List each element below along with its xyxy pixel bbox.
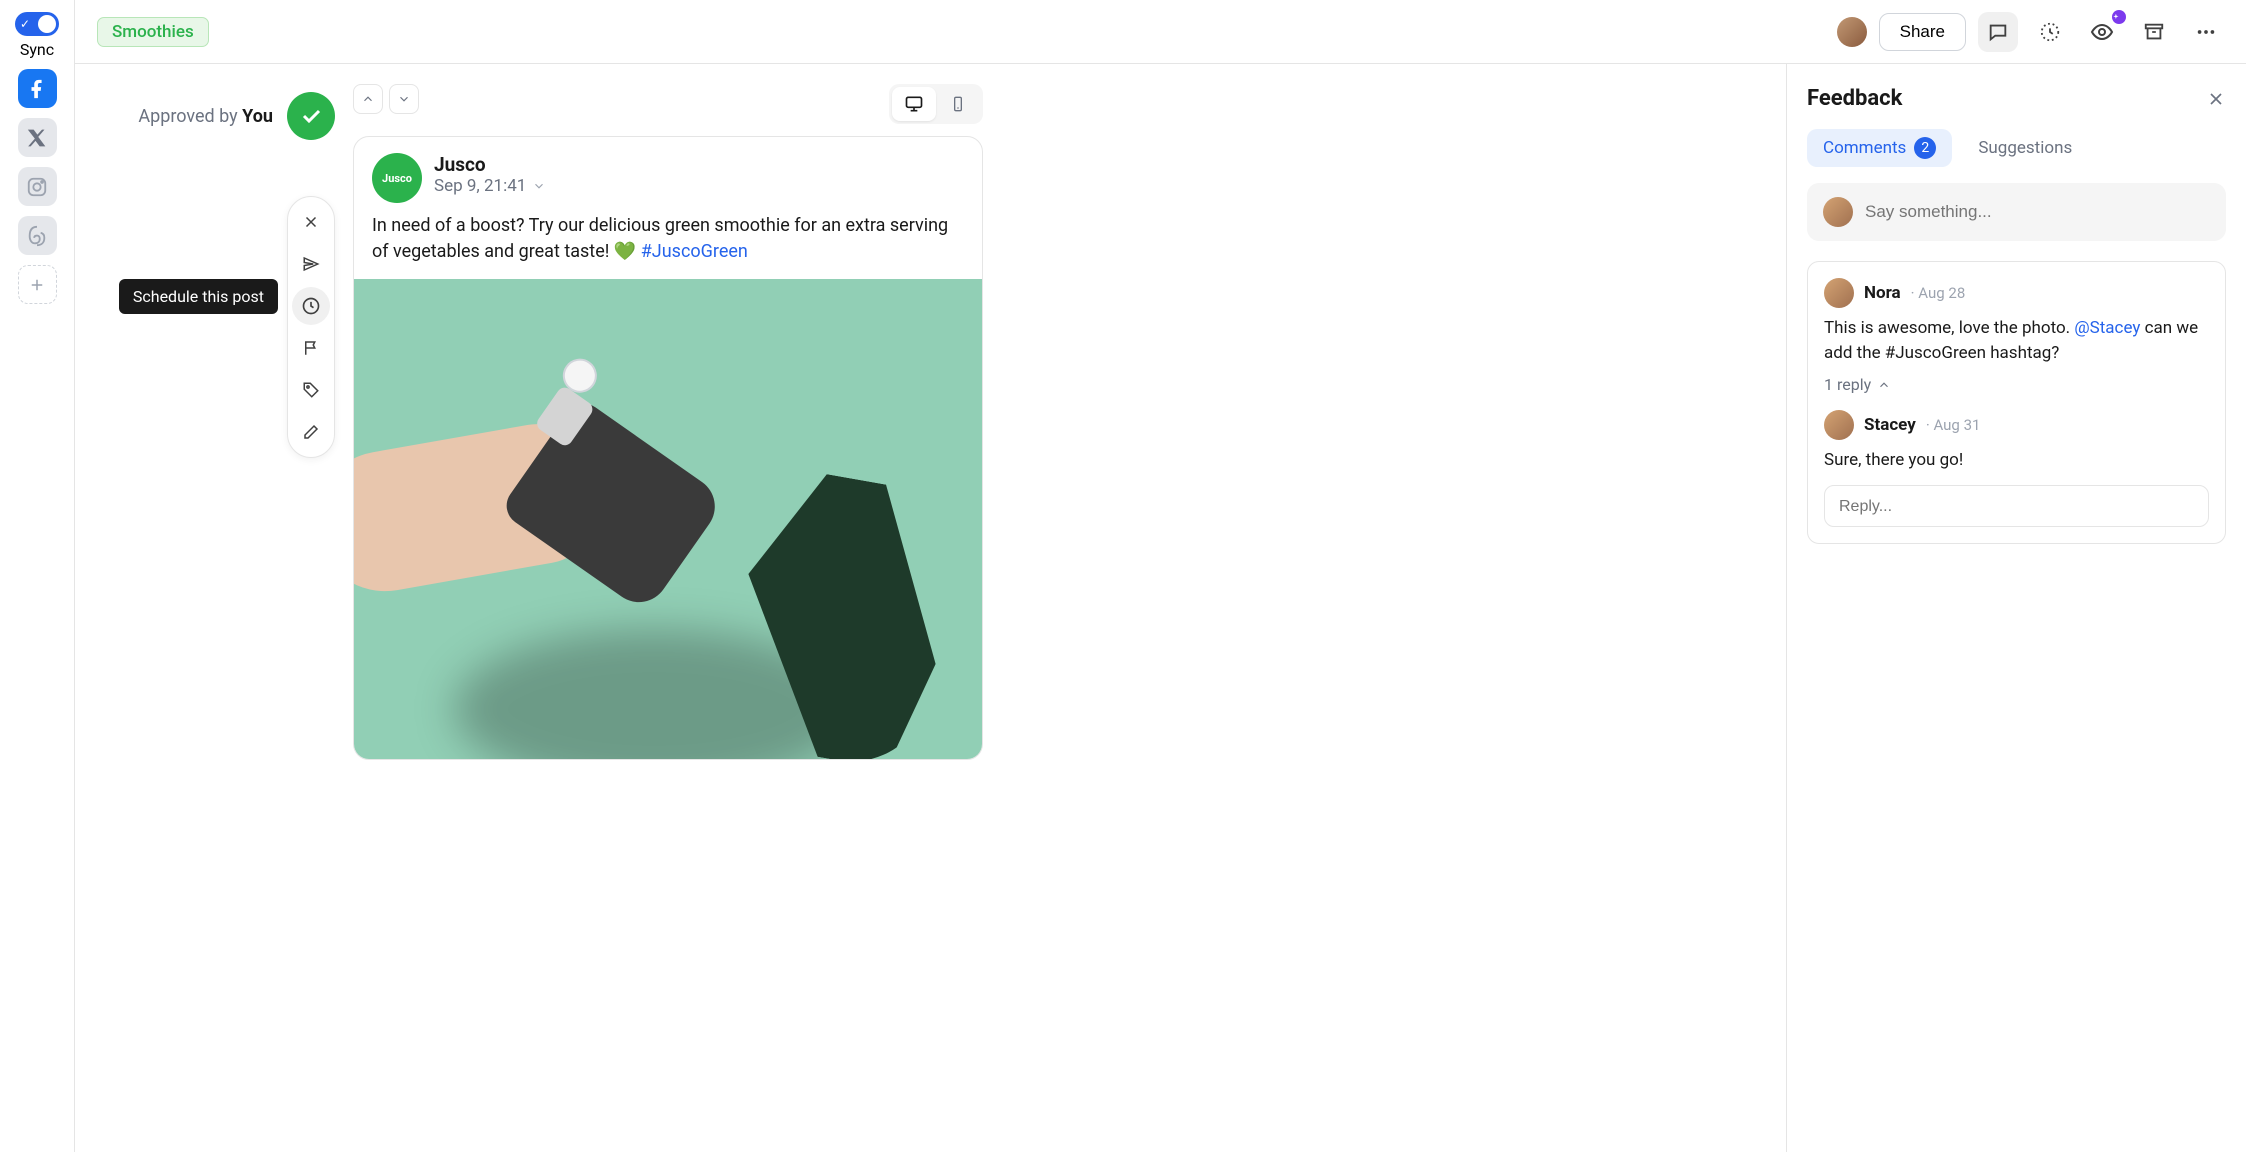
- reply-input[interactable]: [1839, 498, 2194, 516]
- post-actions-toolbar: Schedule this post: [287, 196, 335, 458]
- approval-text: Approved by You: [138, 106, 273, 127]
- post-author-avatar: Jusco: [372, 153, 422, 203]
- comments-panel-icon[interactable]: [1978, 12, 2018, 52]
- send-action-icon[interactable]: [292, 245, 330, 283]
- preview-icon[interactable]: [2082, 12, 2122, 52]
- tag-action-icon[interactable]: [292, 371, 330, 409]
- commenter-name: Nora: [1864, 283, 1901, 303]
- commenter-avatar: [1824, 278, 1854, 308]
- archive-icon[interactable]: [2134, 12, 2174, 52]
- flag-action-icon[interactable]: [292, 329, 330, 367]
- commenter-avatar: [1824, 410, 1854, 440]
- post-body: In need of a boost? Try our delicious gr…: [354, 213, 982, 279]
- share-button[interactable]: Share: [1879, 13, 1966, 51]
- close-panel-icon[interactable]: [2206, 89, 2226, 109]
- post-datetime-text: Sep 9, 21:41: [434, 176, 526, 196]
- approved-check-icon[interactable]: [287, 92, 335, 140]
- tab-comments-label: Comments: [1823, 138, 1906, 158]
- tab-suggestions[interactable]: Suggestions: [1962, 129, 2088, 167]
- comment-input[interactable]: [1865, 202, 2210, 222]
- post-author-name: Jusco: [434, 153, 546, 176]
- schedule-action-icon[interactable]: [292, 287, 330, 325]
- post-avatar-label: Jusco: [382, 172, 412, 185]
- facebook-icon[interactable]: [18, 69, 57, 108]
- left-sidebar: ✓ Sync: [0, 0, 75, 1152]
- check-icon: ✓: [20, 17, 30, 31]
- comment-date: · Aug 28: [1911, 284, 1966, 302]
- sync-toggle-group: ✓ Sync: [15, 12, 59, 59]
- more-icon[interactable]: [2186, 12, 2226, 52]
- chevron-up-icon: [1877, 378, 1891, 392]
- tab-comments[interactable]: Comments 2: [1807, 129, 1952, 167]
- feedback-title: Feedback: [1807, 86, 1902, 111]
- mention[interactable]: @Stacey: [2074, 318, 2140, 338]
- close-action-icon[interactable]: [292, 203, 330, 241]
- current-user-avatar: [1823, 197, 1853, 227]
- post-hashtag[interactable]: #JuscoGreen: [641, 241, 748, 262]
- history-icon[interactable]: [2030, 12, 2070, 52]
- instagram-icon[interactable]: [18, 167, 57, 206]
- reply-block: Stacey · Aug 31 Sure, there you go!: [1824, 410, 2209, 527]
- schedule-tooltip: Schedule this post: [119, 279, 278, 314]
- sync-label: Sync: [20, 40, 54, 59]
- user-avatar[interactable]: [1837, 17, 1867, 47]
- device-toggle: [889, 84, 983, 124]
- comments-count-badge: 2: [1914, 137, 1936, 159]
- add-channel-button[interactable]: [18, 265, 57, 304]
- toggle-knob: [38, 15, 56, 33]
- approval-prefix: Approved by: [138, 106, 242, 127]
- post-card: Jusco Jusco Sep 9, 21:41 In: [353, 136, 983, 760]
- chevron-down-icon: [532, 179, 546, 193]
- threads-icon[interactable]: [18, 216, 57, 255]
- next-post-icon[interactable]: [389, 84, 419, 114]
- sparkle-badge-icon: [2112, 10, 2126, 24]
- reply-count: 1 reply: [1824, 375, 1871, 394]
- post-image: [354, 279, 982, 759]
- mobile-view-icon[interactable]: [936, 87, 980, 121]
- reply-input-wrap[interactable]: [1824, 485, 2209, 527]
- reply-toggle[interactable]: 1 reply: [1824, 375, 2209, 394]
- comment-text: Sure, there you go!: [1824, 448, 2209, 473]
- sync-toggle[interactable]: ✓: [15, 12, 59, 36]
- x-twitter-icon[interactable]: [18, 118, 57, 157]
- desktop-view-icon[interactable]: [892, 87, 936, 121]
- comment-text: This is awesome, love the photo. @Stacey…: [1824, 316, 2209, 365]
- comment-input-wrap[interactable]: [1807, 183, 2226, 241]
- canvas: Approved by You Schedule this post: [75, 64, 1786, 1152]
- post-datetime[interactable]: Sep 9, 21:41: [434, 176, 546, 196]
- topbar: Smoothies Share: [75, 0, 2246, 64]
- comment-date: · Aug 31: [1926, 416, 1981, 434]
- approval-by: You: [242, 106, 273, 127]
- prev-post-icon[interactable]: [353, 84, 383, 114]
- edit-action-icon[interactable]: [292, 413, 330, 451]
- feedback-panel: Feedback Comments 2 Suggestions: [1786, 64, 2246, 1152]
- comment-thread: Nora · Aug 28 This is awesome, love the …: [1807, 261, 2226, 544]
- commenter-name: Stacey: [1864, 415, 1916, 435]
- campaign-tag[interactable]: Smoothies: [97, 17, 209, 47]
